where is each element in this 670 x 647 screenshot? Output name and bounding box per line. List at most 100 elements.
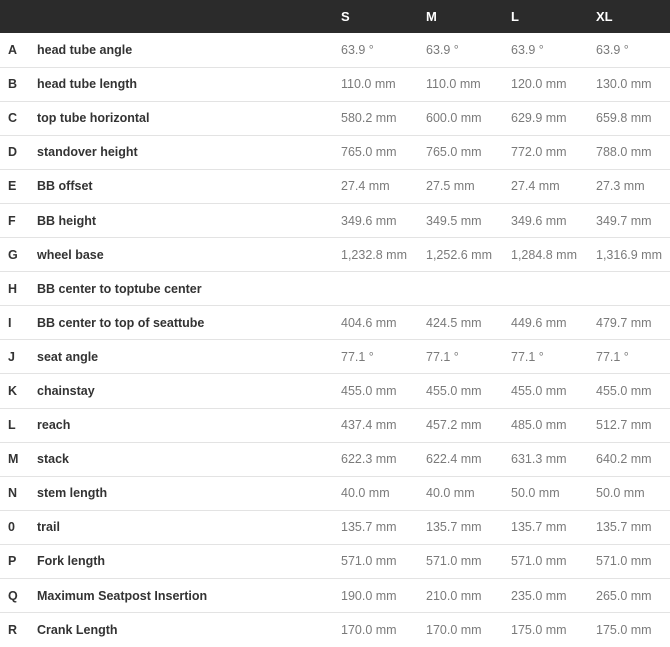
table-row: Nstem length 40.0 mm 40.0 mm 50.0 mm 50.0 mm [0,476,670,511]
row-label: stack [37,452,69,467]
value-s: 135.7 mm [341,520,397,535]
row-letter: M [8,452,19,467]
row-letter: B [8,77,18,92]
value-l: 1,284.8 mm [511,247,578,262]
value-m: 210.0 mm [426,588,482,603]
row-letter: P [8,554,17,569]
value-m: 77.1 ° [426,349,459,364]
value-l: 63.9 ° [511,42,544,57]
value-m: 27.5 mm [426,179,475,194]
row-label: standover height [37,145,138,160]
value-m: 424.5 mm [426,315,482,330]
value-m: 1,252.6 mm [426,247,493,262]
row-letter: D [8,145,18,160]
value-xl: 27.3 mm [596,179,645,194]
value-l: 175.0 mm [511,622,567,637]
value-l: 631.3 mm [511,452,567,467]
value-l [511,272,596,306]
value-m: 622.4 mm [426,452,482,467]
value-xl: 265.0 mm [596,588,652,603]
value-s: 622.3 mm [341,452,397,467]
value-m: 600.0 mm [426,111,482,126]
row-letter: K [8,383,18,398]
table-row: Ahead tube angle 63.9 ° 63.9 ° 63.9 ° 63.9 ° [0,33,670,68]
table-row: H BB center to toptube center [0,272,670,306]
value-xl: 77.1 ° [596,349,629,364]
row-label: reach [37,418,71,433]
value-m: 457.2 mm [426,418,482,433]
row-label: head tube length [37,77,137,92]
value-s: 170.0 mm [341,622,397,637]
row-letter: A [8,42,18,57]
value-l: 629.9 mm [511,111,567,126]
value-xl: 512.7 mm [596,418,652,433]
table-row: P Fork length 571.0 mm 571.0 mm 571.0 mm 571.… [0,544,670,579]
row-letter: 0 [8,520,15,535]
value-xl: 1,316.9 mm [596,247,663,262]
table-row: Mstack 622.3 mm 622.4 mm 631.3 mm 640.2 mm [0,442,670,477]
row-label: BB center to toptube center [37,281,202,296]
size-header-row: S M L XL [0,0,670,33]
table-row: Ctop tube horizontal 580.2 mm 600.0 mm 629.… [0,101,670,136]
value-s [341,272,426,306]
value-xl: 571.0 mm [596,554,652,569]
row-letter: L [8,418,16,433]
row-label: BB height [37,213,97,228]
value-xl: 349.7 mm [596,213,652,228]
value-m: 110.0 mm [426,77,481,92]
row-label: Fork length [37,554,106,569]
value-xl: 788.0 mm [596,145,652,160]
row-letter: H [8,281,18,296]
row-letter: I [8,315,12,330]
value-xl: 455.0 mm [596,383,652,398]
row-label: wheel base [37,247,104,262]
value-l: 77.1 ° [511,349,544,364]
value-l: 571.0 mm [511,554,567,569]
value-l: 235.0 mm [511,588,567,603]
value-s: 40.0 mm [341,486,390,501]
value-l: 135.7 mm [511,520,567,535]
value-xl: 640.2 mm [596,452,652,467]
value-s: 437.4 mm [341,418,397,433]
value-xl: 175.0 mm [596,622,652,637]
geometry-table: S M L XL Ahead tube angle 63.9 ° 63.9 ° 63.… [0,0,670,647]
value-m: 63.9 ° [426,42,459,57]
table-row: R Crank Length 170.0 mm 170.0 mm 175.0 mm 175… [0,613,670,647]
row-letter: C [8,111,18,126]
value-s: 63.9 ° [341,42,374,57]
value-l: 449.6 mm [511,315,567,330]
row-label: Crank Length [37,622,118,637]
size-header-xl: XL [596,9,613,24]
value-s: 27.4 mm [341,179,390,194]
table-row: F BB height 349.6 mm 349.5 mm 349.6 mm 349.7 … [0,203,670,238]
value-xl [596,272,670,306]
value-m: 135.7 mm [426,520,482,535]
row-letter: E [8,179,17,194]
value-s: 77.1 ° [341,349,374,364]
value-l: 485.0 mm [511,418,567,433]
row-label: seat angle [37,349,99,364]
row-label: Maximum Seatpost Insertion [37,588,208,603]
value-s: 580.2 mm [341,111,397,126]
row-letter: R [8,622,18,637]
table-row: Q Maximum Seatpost Insertion 190.0 mm 210.0… [0,579,670,613]
table-row: Lreach 437.4 mm 457.2 mm 485.0 mm 512.7 mm [0,408,670,443]
value-l: 120.0 mm [511,77,567,92]
row-label: BB center to top of seattube [37,315,205,330]
table-row: E BB offset 27.4 mm 27.5 mm 27.4 mm 27.3 mm [0,169,670,204]
row-letter: Q [8,588,18,603]
value-m: 765.0 mm [426,145,482,160]
row-letter: J [8,349,15,364]
value-s: 455.0 mm [341,383,397,398]
value-l: 349.6 mm [511,213,567,228]
geometry-rows: Ahead tube angle 63.9 ° 63.9 ° 63.9 ° 63.9 °… [0,33,670,647]
size-header-s: S [341,9,350,24]
value-m: 571.0 mm [426,554,482,569]
size-header-l: L [511,9,519,24]
row-label: head tube angle [37,42,133,57]
value-xl: 135.7 mm [596,520,652,535]
row-letter: N [8,486,18,501]
value-xl: 479.7 mm [596,315,652,330]
value-m: 40.0 mm [426,486,475,501]
value-l: 50.0 mm [511,486,560,501]
